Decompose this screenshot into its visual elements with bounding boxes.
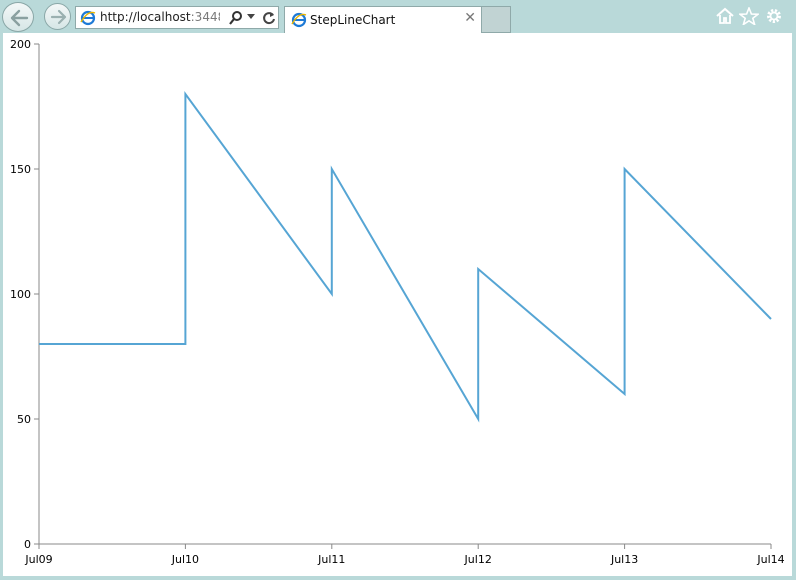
y-tick-label: 200: [10, 38, 31, 51]
y-tick-label: 150: [10, 163, 31, 176]
home-icon[interactable]: [715, 7, 735, 25]
x-tick-label: Jul11: [317, 553, 345, 566]
address-url[interactable]: http://localhost:34485/S: [100, 10, 220, 24]
back-arrow-icon: [10, 9, 29, 27]
x-tick-label: Jul09: [24, 553, 52, 566]
x-tick-label: Jul12: [464, 553, 492, 566]
ie-logo-icon: [80, 10, 96, 26]
forward-arrow-icon: [50, 9, 67, 25]
ie-logo-icon: [291, 12, 307, 28]
back-button[interactable]: [2, 2, 34, 32]
tab-title: StepLineChart: [310, 13, 396, 27]
x-tick-label: Jul10: [171, 553, 199, 566]
tab-stepline-chart[interactable]: StepLineChart ✕: [284, 6, 482, 33]
forward-button[interactable]: [44, 3, 71, 30]
refresh-icon[interactable]: [261, 10, 277, 26]
step-line-chart: 0 50 100 150 200 Jul09 Jul10 Jul11 Jul12 Jul13 Jul…: [10, 38, 785, 566]
dropdown-icon[interactable]: [246, 13, 256, 21]
series-line: [39, 90, 772, 423]
page-content: 0 50 100 150 200 Jul09 Jul10 Jul11 Jul12 Jul13 Jul…: [3, 33, 792, 576]
close-icon[interactable]: ✕: [464, 11, 476, 25]
y-tick-label: 50: [17, 413, 31, 426]
search-icon[interactable]: [228, 10, 244, 26]
new-tab-button[interactable]: [482, 6, 511, 33]
gear-icon[interactable]: [764, 7, 784, 25]
x-tick-label: Jul13: [610, 553, 638, 566]
y-tick-label: 0: [24, 538, 31, 551]
browser-toolbar: http://localhost:34485/S StepLineChart ✕: [0, 0, 796, 34]
y-tick-label: 100: [10, 288, 31, 301]
x-tick-label: Jul14: [756, 553, 784, 566]
star-icon[interactable]: [739, 7, 759, 25]
address-bar[interactable]: http://localhost:34485/S: [75, 6, 279, 29]
